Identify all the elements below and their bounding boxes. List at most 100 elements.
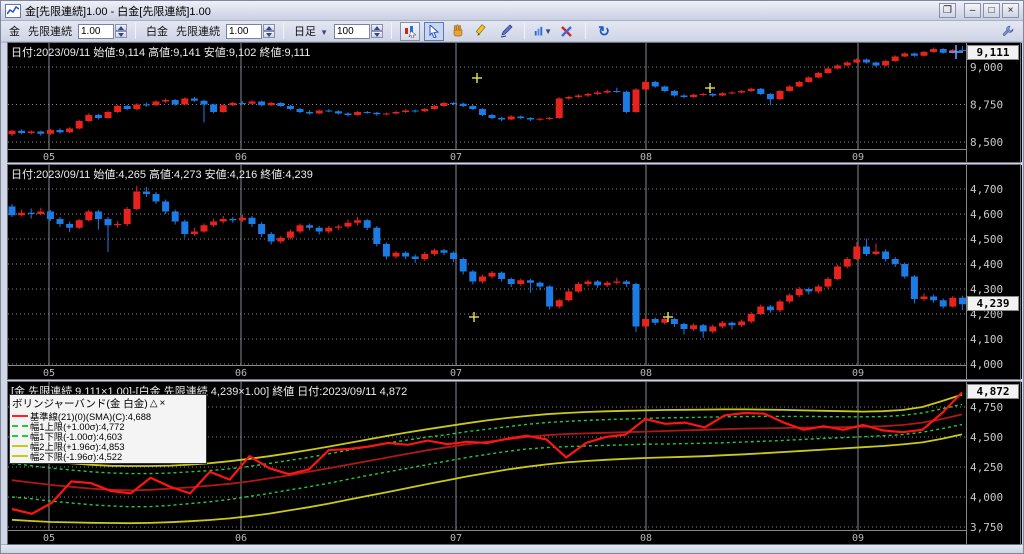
svg-text:4,700: 4,700 [970, 183, 1003, 196]
chart-cursor-icon [404, 26, 417, 38]
upper2-line-swatch [12, 445, 28, 447]
svg-text:4,400: 4,400 [970, 258, 1003, 271]
hand-icon [453, 24, 463, 37]
legend-item: 幅2下限(-1.96σ):4,522 [12, 451, 204, 463]
svg-text:09: 09 [852, 368, 864, 379]
gold-candle-chart[interactable]: 9,000 8,750 8,500 05 06 07 08 09 [8, 43, 1022, 162]
svg-text:05: 05 [43, 368, 55, 379]
platinum-series-label: 先限連続 [176, 26, 220, 38]
platinum-candle-chart[interactable]: 4,7004,6004,5004,4004,3004,2004,1004,000… [8, 165, 1022, 379]
minimize-button[interactable]: – [964, 3, 981, 18]
svg-text:06: 06 [235, 152, 247, 162]
gold-series-label: 先限連続 [28, 26, 72, 38]
lower1-line-swatch [12, 435, 28, 437]
fountain-pen-icon [500, 24, 513, 38]
platinum-label: 白金 [146, 26, 168, 38]
period-dropdown[interactable]: 日足 ▼ [294, 23, 328, 39]
upper1-line-swatch [12, 425, 28, 427]
bar-chart-icon [534, 26, 543, 36]
svg-text:08: 08 [640, 152, 652, 162]
window-title: 金[先限連続]1.00 - 白金[先限連続]1.00 [25, 5, 211, 18]
pencil-icon [475, 24, 486, 36]
svg-text:8,750: 8,750 [970, 99, 1003, 112]
spread-chart-panel: 4,750 4,500 4,250 4,000 3,750 05 06 07 08 09 [金 先… [7, 381, 1022, 545]
bollinger-legend: ボリンジャーバンド(金 白金) △ × 基準線(21)(0)(SMA)(C):4… [9, 394, 207, 464]
gold-ratio-input[interactable] [78, 23, 114, 39]
pencil-draw-tool-button[interactable] [472, 22, 492, 41]
svg-text:4,000: 4,000 [970, 358, 1003, 371]
refresh-icon: ↻ [598, 23, 610, 39]
svg-text:06: 06 [235, 533, 247, 544]
svg-text:4,250: 4,250 [970, 461, 1003, 474]
svg-text:09: 09 [852, 533, 864, 544]
delete-x-icon [561, 25, 573, 37]
svg-text:05: 05 [43, 533, 55, 544]
close-button[interactable]: × [1002, 3, 1019, 18]
svg-text:9,000: 9,000 [970, 61, 1003, 74]
platinum-chart-panel: 4,700 4,600 4,500 4,400 4,300 4,200 4,100 4,000… [7, 164, 1022, 380]
platinum-last-price-tag: 4,239 [967, 296, 1019, 311]
svg-text:08: 08 [640, 368, 652, 379]
maximize-button[interactable]: □ [983, 3, 1000, 18]
refresh-button[interactable]: ↻ [594, 22, 614, 41]
toolbar: 金 先限連続 白金 先限連続 日足 ▼ [1, 21, 1023, 43]
toolbar-separator [135, 23, 136, 39]
select-arrow-icon [429, 24, 440, 38]
bar-count-down-button[interactable] [370, 31, 383, 38]
svg-text:4,500: 4,500 [970, 233, 1003, 246]
gold-last-price-tag: 9,111 [967, 45, 1019, 60]
settings-button[interactable] [997, 22, 1017, 41]
platinum-ratio-spinner [226, 23, 275, 39]
toolbar-separator [584, 23, 586, 39]
chevron-down-icon: ▼ [544, 26, 552, 36]
bar-count-up-button[interactable] [370, 24, 383, 31]
sma-line-swatch [12, 415, 28, 417]
chart-type-dropdown-button[interactable]: ▼ [533, 22, 553, 41]
bar-count-spinner [333, 23, 383, 39]
svg-text:05: 05 [43, 152, 55, 162]
platinum-ratio-input[interactable] [226, 23, 262, 39]
wrench-icon [1002, 25, 1013, 36]
pen-annotate-tool-button[interactable] [496, 22, 516, 41]
svg-text:4,600: 4,600 [970, 208, 1003, 221]
toolbar-separator [523, 23, 525, 39]
svg-text:4,000: 4,000 [970, 491, 1003, 504]
svg-text:3,750: 3,750 [970, 521, 1003, 534]
chart-app-icon [5, 3, 21, 18]
chart-cursor-tool-button[interactable] [399, 21, 420, 41]
platinum-ratio-down-button[interactable] [263, 31, 275, 38]
gold-chart-panel: 9,000 8,750 8,500 05 06 07 08 09 日付:2023/09/11 … [7, 42, 1022, 163]
bottom-status-strip [1, 544, 1023, 553]
title-bar: 金[先限連続]1.00 - 白金[先限連続]1.00 ❐ – □ × [1, 1, 1023, 21]
pan-hand-tool-button[interactable] [448, 22, 468, 41]
svg-text:08: 08 [640, 533, 652, 544]
legend-close-button[interactable]: × [160, 398, 166, 409]
svg-text:07: 07 [450, 152, 462, 162]
svg-text:4,100: 4,100 [970, 333, 1003, 346]
gold-ratio-down-button[interactable] [115, 31, 127, 38]
legend-minimize-button[interactable]: △ [150, 398, 158, 409]
lower2-line-swatch [12, 455, 28, 457]
svg-text:4,500: 4,500 [970, 431, 1003, 444]
select-arrow-tool-button[interactable] [423, 21, 444, 41]
chevron-down-icon: ▼ [320, 28, 328, 37]
svg-text:09: 09 [852, 152, 864, 162]
svg-text:07: 07 [450, 533, 462, 544]
chart-area: 9,000 8,750 8,500 05 06 07 08 09 日付:2023/09/11 … [7, 42, 1022, 545]
toolbar-separator [283, 23, 284, 39]
platinum-ratio-up-button[interactable] [263, 24, 275, 31]
toolbar-separator [390, 23, 392, 39]
app-window: 金[先限連続]1.00 - 白金[先限連続]1.00 ❐ – □ × 金 先限連… [0, 0, 1024, 554]
svg-text:4,300: 4,300 [970, 283, 1003, 296]
svg-text:07: 07 [450, 368, 462, 379]
gold-label: 金 [9, 26, 20, 38]
spread-last-price-tag: 4,872 [967, 384, 1019, 399]
delete-indicator-button[interactable] [557, 22, 577, 41]
svg-text:8,500: 8,500 [970, 136, 1003, 149]
bar-count-input[interactable] [333, 23, 370, 39]
svg-text:4,750: 4,750 [970, 401, 1003, 414]
gold-ratio-spinner [78, 23, 127, 39]
gold-ratio-up-button[interactable] [115, 24, 127, 31]
popout-window-button[interactable]: ❐ [939, 3, 956, 18]
svg-text:06: 06 [235, 368, 247, 379]
